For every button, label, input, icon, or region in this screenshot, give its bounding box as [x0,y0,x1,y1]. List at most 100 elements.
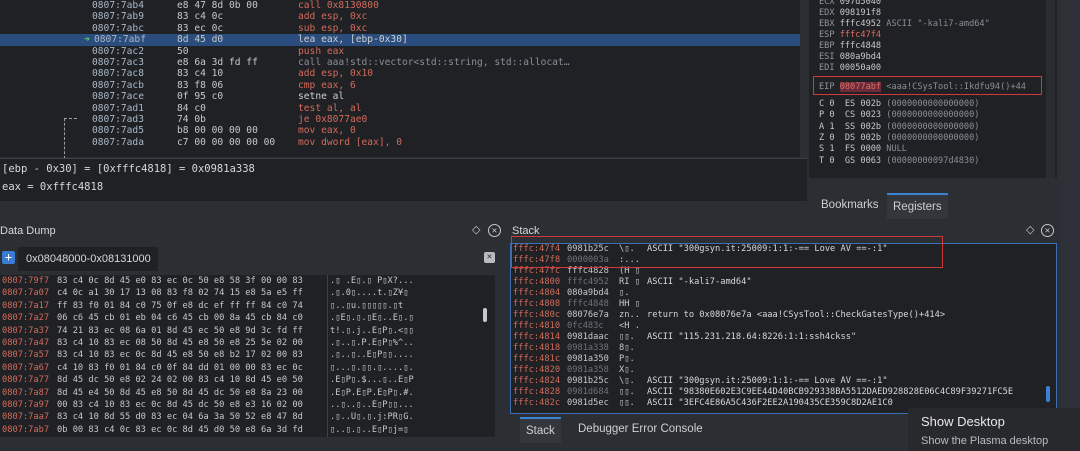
disasm-row[interactable]: 0807:7ad1 84 c0 test al, al [0,103,800,114]
info-line-1: [ebp - 0x30] = [0xfffc4818] = 0x0981a338 [2,163,255,175]
dump-ascii: .E▯P.E▯P.E▯P▯.#. [330,387,414,398]
instruction-text: sub esp, 0xc [298,22,368,34]
dump-region-tab[interactable]: 0x08048000-0x08131000 [18,247,158,271]
instruction-bytes: 83 f8 06 [177,79,224,91]
segment-comment: (0000000000000000) [886,121,980,132]
instruction-text: add esp, 0xc [298,11,368,23]
stack-ascii: \▯. [619,376,635,386]
dump-ascii: ▯..▯u.▯▯▯▯▯.▯t [330,300,404,311]
disasm-row[interactable]: 0807:7ac2 50 push eax [0,46,800,57]
stack-ascii: ▯▯. [619,398,635,408]
float-panel-icon[interactable]: ◇ [472,223,480,236]
stack-ascii: ▯. [619,288,630,298]
flag-value: Z 0 [819,132,845,143]
close-panel-icon[interactable]: ✕ [1041,224,1054,237]
stack-value: 0981daac [567,332,609,342]
instruction-bytes: 83 c4 0c [177,11,224,23]
flag-row[interactable]: T 0 GS 0063 (00000000097d4830) [819,156,979,167]
register-name: ECX [819,0,840,7]
register-value: 097d5040 [839,0,887,7]
register-row[interactable]: ECX 097d5040 [819,0,886,8]
stack-ascii: <H . [619,321,640,331]
disassembly-view[interactable]: 0807:7ab4 e8 47 8d 0b 00 call 0x8130800 080… [0,0,800,157]
instruction-text: lea eax, [ebp-0x30] [298,34,408,46]
eip-highlight-box [813,76,1042,95]
dump-ascii: .▯..▯.P.E▯P▯%^.. [330,338,414,348]
dump-hex: c4 0c a1 30 17 13 08 83 f8 02 74 15 e8 5… [57,288,303,299]
segment-register: GS 0063 [844,155,887,166]
stack-scrollbar[interactable] [1046,386,1050,402]
stack-ascii: P▯. [619,354,635,364]
dump-hex: 74 21 83 ec 08 6a 01 8d 45 ec 50 e8 9d 3… [57,325,303,336]
stack-view[interactable]: fffc:47f4 0981b25c \▯. ASCII "300gsyn.it:25… [510,243,1057,414]
dump-address: 0807:7a37 [2,325,50,336]
register-row[interactable]: ESI 080a9bd4 [819,52,886,63]
instruction-bytes: 74 0b [177,114,206,125]
add-tab-icon[interactable]: + [2,251,15,264]
tab-bookmarks[interactable]: Bookmarks [815,193,885,217]
tab-registers[interactable]: Registers [887,193,948,219]
stack-value: 08076e7a [567,310,609,320]
data-dump-view[interactable]: 0807:79f7 83 c4 0c 8d 45 e0 83 ec 0c 50 e… [0,275,495,437]
stack-highlight-box [511,236,943,268]
disasm-row[interactable]: 0807:7ab4 e8 47 8d 0b 00 call 0x8130800 [0,0,800,11]
segment-comment: (0000000000000000) [886,110,980,121]
instruction-text: push eax [298,45,345,57]
dump-address: 0807:7a87 [2,387,50,398]
stack-address: fffc:4828 [513,387,561,397]
dump-address: 0807:7a07 [2,288,50,299]
disasm-row[interactable]: 0807:7acb 83 f8 06 cmp eax, 6 [0,80,800,91]
register-row[interactable]: ESP fffc47f4 [819,30,886,41]
dump-address: 0807:7a47 [2,338,50,348]
register-row[interactable]: EBP fffc4848 [819,41,886,52]
stack-value: 0981a358 [567,365,609,375]
flag-row[interactable]: Z 0 DS 002b (0000000000000000) [819,133,979,144]
stack-address: fffc:4814 [513,332,561,342]
flag-row[interactable]: S 1 FS 0000 NULL [819,144,907,155]
disasm-row[interactable]: 0807:7ac3 e8 6a 3d fd ff call aaa!std::vec… [0,57,800,68]
dump-ascii: .▯E▯.▯.▯E▯..E▯.▯ [330,313,414,324]
register-value: fffc4952 [839,19,887,29]
close-tab-icon[interactable]: ✕ [484,252,495,263]
disasm-row[interactable]: 0807:7ada c7 00 00 00 00 00 mov dword [eax… [0,137,800,148]
dump-scrollbar[interactable] [483,308,487,322]
register-value: 080a9bd4 [839,52,887,62]
dump-divider [327,275,328,437]
dump-ascii: .E▯P▯.$...▯..E▯P [330,375,414,386]
instruction-text: call aaa!std::vector<std::string, std::a… [298,57,570,68]
stack-ascii: ▯▯. [619,387,635,397]
segment-register: FS 0000 [844,144,887,155]
stack-address: fffc:481c [513,354,561,364]
float-panel-icon[interactable]: ◇ [1026,223,1034,236]
register-row[interactable]: EDX 098191f8 [819,8,886,19]
tab-stack[interactable]: Stack [520,417,561,443]
instruction-text: mov eax, 0 [298,125,356,137]
tab-debugger-error-console[interactable]: Debugger Error Console [572,417,709,441]
disasm-row[interactable]: 0807:7ac8 83 c4 10 add esp, 0x10 [0,68,800,79]
disasm-row[interactable]: 0807:7ad3 74 0b je 0x8077ae0 [0,114,800,125]
register-row[interactable]: EDI 00050a00 [819,63,886,74]
stack-value: fffc4952 [567,277,609,287]
register-row[interactable]: EBX fffc4952 ASCII "-kali7-amd64" [819,19,990,30]
disasm-row[interactable]: 0807:7ace 0f 95 c0 setne al [0,91,800,102]
registers-scrollbar[interactable] [1046,0,1055,178]
flag-row[interactable]: C 0 ES 002b (0000000000000000) [819,99,979,110]
disasm-row[interactable]: 0807:7abc 83 ec 0c sub esp, 0xc [0,23,800,34]
instruction-bytes: 84 c0 [177,102,206,114]
disasm-row[interactable]: ➜ 0807:7abf 8d 45 d0 lea eax, [ebp-0x30] [0,34,800,46]
instruction-text: add esp, 0x10 [298,68,374,80]
disasm-row[interactable]: 0807:7ad5 b8 00 00 00 00 mov eax, 0 [0,125,800,136]
dump-ascii: .▯..U▯.▯.j:PR▯G. [330,412,414,423]
dump-hex: 83 c4 10 8d 55 d0 83 ec 04 6a 3a 50 52 e… [57,412,303,423]
register-value: fffc4848 [839,41,887,51]
disasm-row[interactable]: 0807:7ab9 83 c4 0c add esp, 0xc [0,11,800,22]
flag-row[interactable]: A 1 SS 002b (0000000000000000) [819,122,979,133]
close-panel-icon[interactable]: ✕ [488,224,501,237]
stack-ascii: zn.. [619,310,640,320]
instruction-bytes: 0f 95 c0 [177,91,224,103]
stack-address: fffc:4810 [513,321,561,331]
stack-address: fffc:4804 [513,288,561,298]
instruction-bytes: 83 c4 10 [177,68,224,80]
flag-row[interactable]: P 0 CS 0023 (0000000000000000) [819,110,979,121]
stack-value: fffc4848 [567,299,609,309]
